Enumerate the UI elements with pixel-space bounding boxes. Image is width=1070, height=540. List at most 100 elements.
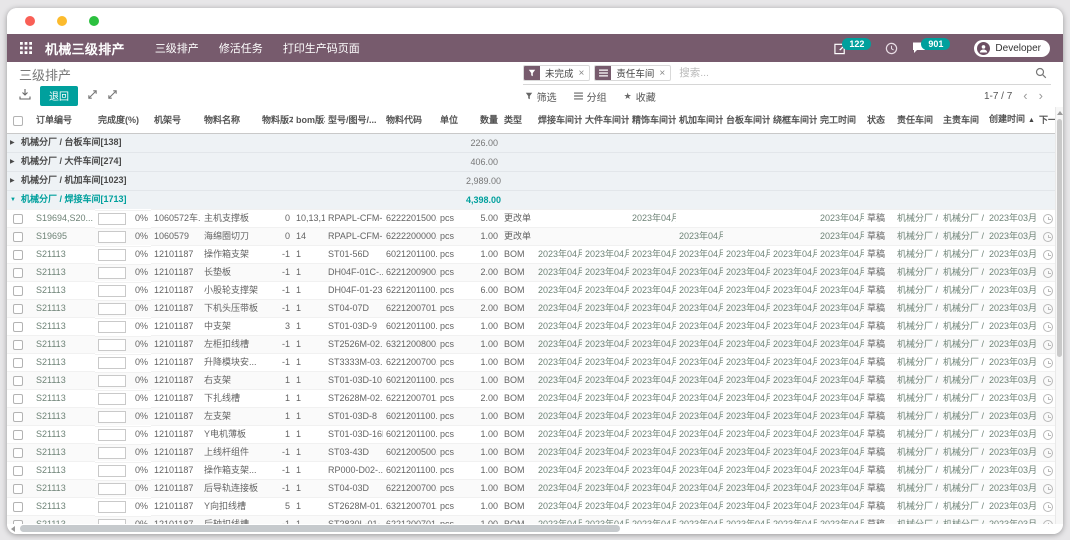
cell-created[interactable]: 2023年03月... <box>986 462 1036 480</box>
cell-material-version[interactable]: -1 <box>259 480 293 498</box>
cell-material-code[interactable]: 6221200701... <box>383 300 437 318</box>
cell-machining-plan[interactable]: 2023年04月... <box>676 408 723 426</box>
record-row[interactable]: S211130%12101187下机头压带板-11ST04-07D6221200… <box>7 300 1058 318</box>
cell-weld-plan[interactable]: 2023年04月... <box>535 354 582 372</box>
cell-qty[interactable]: 2.00 <box>463 300 501 318</box>
activity-clock-icon[interactable] <box>1043 286 1053 296</box>
cell-frame-plan[interactable] <box>770 228 817 246</box>
cell-order-no[interactable]: S21113 <box>33 408 95 426</box>
cell-order-no[interactable]: S21113 <box>33 498 95 516</box>
cell-large-part-plan[interactable]: 2023年04月... <box>582 354 629 372</box>
cell-resp-workshop[interactable]: 机械分厂 / ... <box>894 426 940 444</box>
cell-model-no[interactable]: ST01-03D-16B <box>325 426 383 444</box>
cell-model-no[interactable]: ST01-56D <box>325 246 383 264</box>
row-checkbox[interactable] <box>13 484 23 494</box>
cell-material-code[interactable]: 6021201100... <box>383 426 437 444</box>
cell-rack-no[interactable]: 12101187 <box>151 264 201 282</box>
scroll-left-icon[interactable] <box>11 526 15 532</box>
cell-weld-plan[interactable]: 2023年04月... <box>535 480 582 498</box>
export-icon[interactable] <box>19 87 31 105</box>
apps-grid-icon[interactable] <box>20 42 32 54</box>
cell-bom-version[interactable]: 1 <box>293 354 325 372</box>
cell-finish-time[interactable]: 2023年04月... <box>817 390 864 408</box>
cell-machining-plan[interactable]: 2023年04月... <box>676 300 723 318</box>
cell-order-no[interactable]: S21113 <box>33 300 95 318</box>
column-header[interactable]: 焊接车间计... <box>535 107 582 134</box>
group-row[interactable]: ▶机械分厂 / 台板车间[138]226.00 <box>7 134 1058 153</box>
cell-main-workshop[interactable]: 机械分厂 / ... <box>940 264 986 282</box>
cell-qty[interactable]: 1.00 <box>463 228 501 246</box>
cell-material-name[interactable]: Y向扣线槽 <box>201 498 259 516</box>
back-button[interactable]: 退回 <box>40 86 78 106</box>
cell-large-part-plan[interactable] <box>582 210 629 228</box>
cell-main-workshop[interactable]: 机械分厂 / ... <box>940 462 986 480</box>
cell-type[interactable]: BOM <box>501 390 535 408</box>
cell-model-no[interactable]: ST2628M-01... <box>325 498 383 516</box>
cell-model-no[interactable]: RP000-D02-... <box>325 462 383 480</box>
cell-frame-plan[interactable]: 2023年04月... <box>770 354 817 372</box>
app-title[interactable]: 机械三级排产 <box>45 39 125 58</box>
cell-type[interactable]: BOM <box>501 354 535 372</box>
cell-resp-workshop[interactable]: 机械分厂 / ... <box>894 372 940 390</box>
cell-material-name[interactable]: 小股轮支撑架 <box>201 282 259 300</box>
cell-frame-plan[interactable]: 2023年04月... <box>770 516 817 525</box>
activity-clock-icon[interactable] <box>1043 412 1053 422</box>
cell-bom-version[interactable]: 1 <box>293 264 325 282</box>
progress-input[interactable] <box>98 411 126 423</box>
row-checkbox[interactable] <box>13 412 23 422</box>
cell-qty[interactable]: 1.00 <box>463 498 501 516</box>
cell-finish-time[interactable]: 2023年04月... <box>817 336 864 354</box>
expand-all-icon[interactable] <box>87 87 98 105</box>
cell-order-no[interactable]: S21113 <box>33 390 95 408</box>
select-all-header[interactable] <box>7 107 33 134</box>
cell-finishing-plan[interactable]: 2023年04月... <box>629 426 676 444</box>
record-row[interactable]: S211130%12101187后导轨连接板-11ST04-03D6221200… <box>7 480 1058 498</box>
row-checkbox[interactable] <box>13 232 23 242</box>
cell-rack-no[interactable]: 12101187 <box>151 498 201 516</box>
cell-order-no[interactable]: S21113 <box>33 426 95 444</box>
group-row[interactable]: ▶机械分厂 / 机加车间[1023]2,989.00 <box>7 172 1058 191</box>
cell-resp-workshop[interactable]: 机械分厂 / ... <box>894 300 940 318</box>
cell-weld-plan[interactable]: 2023年04月... <box>535 318 582 336</box>
cell-platen-plan[interactable]: 2023年04月... <box>723 282 770 300</box>
cell-order-no[interactable]: S21113 <box>33 462 95 480</box>
cell-created[interactable]: 2023年03月... <box>986 390 1036 408</box>
cell-main-workshop[interactable]: 机械分厂 / ... <box>940 354 986 372</box>
cell-qty[interactable]: 1.00 <box>463 516 501 525</box>
progress-input[interactable] <box>98 375 126 387</box>
cell-platen-plan[interactable]: 2023年04月... <box>723 444 770 462</box>
progress-input[interactable] <box>98 357 126 369</box>
record-row[interactable]: S211130%12101187操作箱支架-11ST01-56D60212011… <box>7 246 1058 264</box>
pager-next-icon[interactable]: › <box>1039 91 1043 101</box>
cell-material-version[interactable]: 1 <box>259 426 293 444</box>
cell-material-code[interactable]: 6221200701... <box>383 390 437 408</box>
cell-frame-plan[interactable]: 2023年04月... <box>770 336 817 354</box>
cell-finishing-plan[interactable]: 2023年04月... <box>629 264 676 282</box>
column-header[interactable]: 机加车间计... <box>676 107 723 134</box>
cell-rack-no[interactable]: 12101187 <box>151 282 201 300</box>
cell-uom[interactable]: pcs <box>437 444 463 462</box>
cell-resp-workshop[interactable]: 机械分厂 / ... <box>894 228 940 246</box>
record-row[interactable]: S211130%12101187下扎线槽11ST2628M-02...62212… <box>7 390 1058 408</box>
activity-clock-icon[interactable] <box>1043 340 1053 350</box>
cell-progress[interactable]: 0% <box>95 318 151 335</box>
cell-machining-plan[interactable]: 2023年04月... <box>676 228 723 246</box>
cell-model-no[interactable]: RPAPL-CFM-... <box>325 228 383 246</box>
cell-created[interactable]: 2023年03月... <box>986 318 1036 336</box>
cell-order-no[interactable]: S21113 <box>33 480 95 498</box>
cell-finish-time[interactable]: 2023年04月... <box>817 462 864 480</box>
cell-main-workshop[interactable]: 机械分厂 / ... <box>940 498 986 516</box>
cell-finish-time[interactable]: 2023年04月... <box>817 282 864 300</box>
cell-order-no[interactable]: S21113 <box>33 246 95 264</box>
cell-finish-time[interactable]: 2023年04月... <box>817 498 864 516</box>
cell-large-part-plan[interactable]: 2023年04月... <box>582 426 629 444</box>
cell-qty[interactable]: 1.00 <box>463 426 501 444</box>
cell-type[interactable]: BOM <box>501 300 535 318</box>
cell-created[interactable]: 2023年03月... <box>986 210 1036 228</box>
cell-platen-plan[interactable]: 2023年04月... <box>723 426 770 444</box>
cell-rack-no[interactable]: 12101187 <box>151 462 201 480</box>
cell-resp-workshop[interactable]: 机械分厂 / ... <box>894 210 940 228</box>
cell-uom[interactable]: pcs <box>437 300 463 318</box>
cell-frame-plan[interactable]: 2023年04月... <box>770 462 817 480</box>
cell-large-part-plan[interactable] <box>582 228 629 246</box>
